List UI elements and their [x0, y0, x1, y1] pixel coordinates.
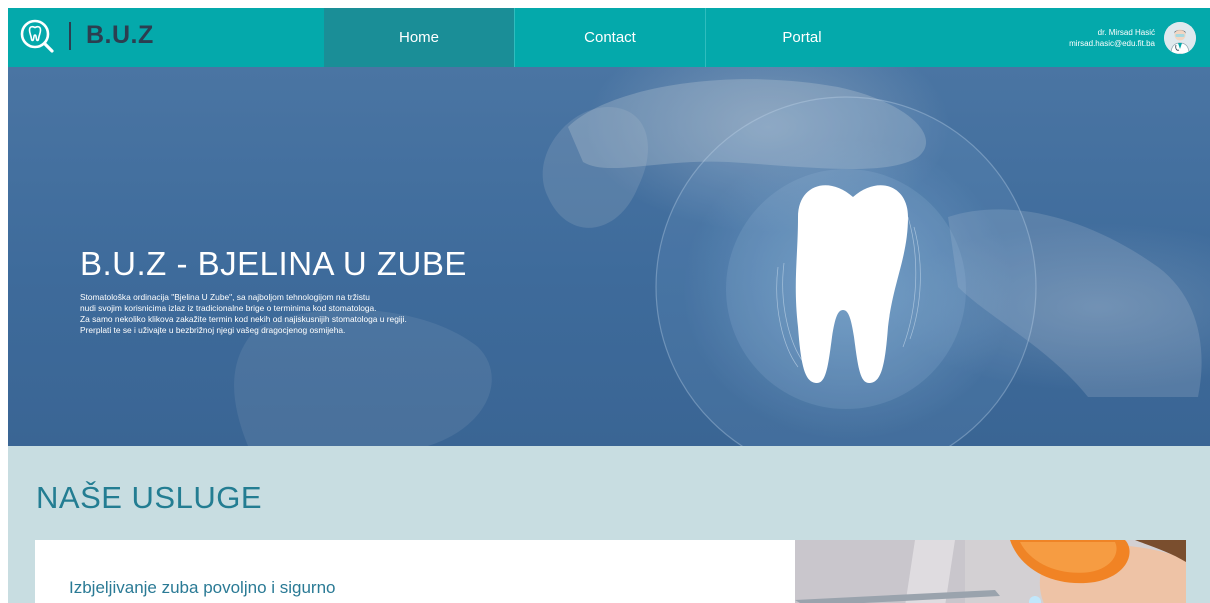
service-card[interactable]: Izbjeljivanje zuba povoljno i sigurno	[35, 540, 795, 603]
brand[interactable]: B.U.Z	[8, 8, 324, 67]
user-info: dr. Mirsad Hasić mirsad.hasic@edu.fit.ba	[1069, 27, 1155, 49]
hero-banner: B.U.Z - BJELINA U ZUBE Stomatološka ordi…	[8, 67, 1210, 488]
page: B.U.Z Home Contact Portal dr. Mirsad Has…	[8, 8, 1210, 603]
brand-name: B.U.Z	[86, 21, 154, 49]
services-title: NAŠE USLUGE	[36, 480, 263, 515]
hero-line: Prerplati te se i uživajte u bezbrižnoj …	[80, 325, 346, 335]
doctor-avatar-icon[interactable]	[1164, 22, 1196, 54]
hero-description: Stomatološka ordinacija "Bjelina U Zube"…	[80, 292, 407, 336]
nav-portal[interactable]: Portal	[706, 8, 898, 67]
nav-home[interactable]: Home	[324, 8, 514, 67]
service-card-image	[795, 540, 1186, 603]
tooth-magnifier-icon	[20, 19, 54, 53]
hero-title: B.U.Z - BJELINA U ZUBE	[80, 245, 467, 282]
user-email: mirsad.hasic@edu.fit.ba	[1069, 39, 1155, 48]
navbar: B.U.Z Home Contact Portal dr. Mirsad Has…	[8, 8, 1210, 67]
nav-contact[interactable]: Contact	[514, 8, 706, 67]
service-card-title: Izbjeljivanje zuba povoljno i sigurno	[69, 578, 336, 597]
user-profile[interactable]: dr. Mirsad Hasić mirsad.hasic@edu.fit.ba	[1069, 16, 1196, 60]
hero-line: Stomatološka ordinacija "Bjelina U Zube"…	[80, 292, 370, 302]
brand-divider	[69, 22, 71, 50]
hero-line: nudi svojim korisnicima izlaz iz tradici…	[80, 303, 377, 313]
hero-line: Za samo nekoliko klikova zakažite termin…	[80, 314, 407, 324]
services-section: NAŠE USLUGE Izbjeljivanje zuba povoljno …	[8, 446, 1210, 603]
user-name: dr. Mirsad Hasić	[1097, 28, 1155, 37]
